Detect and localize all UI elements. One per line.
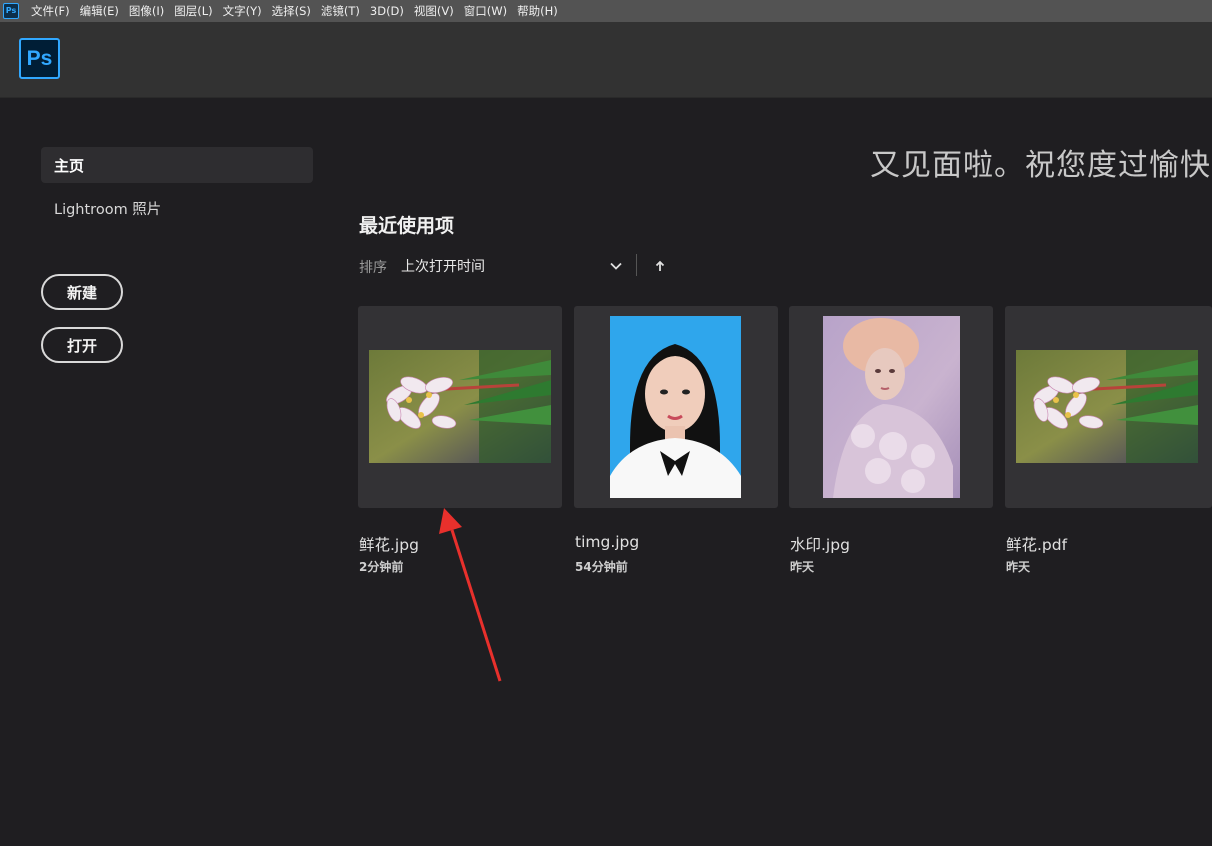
menu-type[interactable]: 文字(Y) bbox=[219, 3, 266, 19]
file-name[interactable]: timg.jpg bbox=[575, 533, 639, 551]
sort-dropdown[interactable]: 上次打开时间 bbox=[401, 255, 623, 277]
menu-help[interactable]: 帮助(H) bbox=[513, 3, 562, 19]
file-name[interactable]: 鲜花.jpg bbox=[359, 533, 419, 555]
sidebar-item-home[interactable]: 主页 bbox=[41, 147, 313, 183]
menu-3d[interactable]: 3D(D) bbox=[366, 4, 408, 18]
recent-file-card[interactable] bbox=[358, 306, 562, 508]
open-button[interactable]: 打开 bbox=[41, 327, 123, 363]
sidebar-item-lightroom-photos[interactable]: Lightroom 照片 bbox=[41, 190, 313, 226]
menu-bar: Ps 文件(F) 编辑(E) 图像(I) 图层(L) 文字(Y) 选择(S) 滤… bbox=[0, 0, 1212, 22]
file-time: 昨天 bbox=[1006, 560, 1031, 574]
welcome-message: 又见面啦。祝您度过愉快 bbox=[870, 148, 1211, 183]
file-name[interactable]: 水印.jpg bbox=[790, 533, 850, 555]
file-name[interactable]: 鲜花.pdf bbox=[1006, 533, 1067, 555]
home-header: Ps bbox=[0, 22, 1212, 98]
recent-file-card[interactable] bbox=[574, 306, 778, 508]
portrait-thumbnail bbox=[610, 316, 741, 498]
file-time: 54分钟前 bbox=[575, 560, 628, 574]
menu-select[interactable]: 选择(S) bbox=[268, 3, 315, 19]
menu-layer[interactable]: 图层(L) bbox=[170, 3, 216, 19]
recent-section-title: 最近使用项 bbox=[359, 215, 455, 237]
flower-thumbnail bbox=[1016, 350, 1198, 463]
sort-divider bbox=[636, 254, 637, 276]
file-time: 2分钟前 bbox=[359, 560, 404, 574]
chevron-down-icon[interactable] bbox=[609, 259, 623, 273]
arrow-up-icon[interactable] bbox=[650, 256, 670, 276]
recent-file-card[interactable] bbox=[1005, 306, 1212, 508]
file-time: 昨天 bbox=[790, 560, 815, 574]
photoshop-logo: Ps bbox=[19, 38, 60, 79]
sort-label: 排序 bbox=[359, 260, 387, 276]
painting-thumbnail bbox=[823, 316, 960, 498]
photoshop-app-icon: Ps bbox=[3, 3, 19, 19]
menu-file[interactable]: 文件(F) bbox=[27, 3, 74, 19]
menu-image[interactable]: 图像(I) bbox=[125, 3, 168, 19]
menu-filter[interactable]: 滤镜(T) bbox=[317, 3, 364, 19]
recent-file-card[interactable] bbox=[789, 306, 993, 508]
new-button[interactable]: 新建 bbox=[41, 274, 123, 310]
menu-window[interactable]: 窗口(W) bbox=[460, 3, 511, 19]
menu-edit[interactable]: 编辑(E) bbox=[76, 3, 123, 19]
menu-view[interactable]: 视图(V) bbox=[410, 3, 458, 19]
sort-value: 上次打开时间 bbox=[401, 259, 485, 275]
flower-thumbnail bbox=[369, 350, 551, 463]
